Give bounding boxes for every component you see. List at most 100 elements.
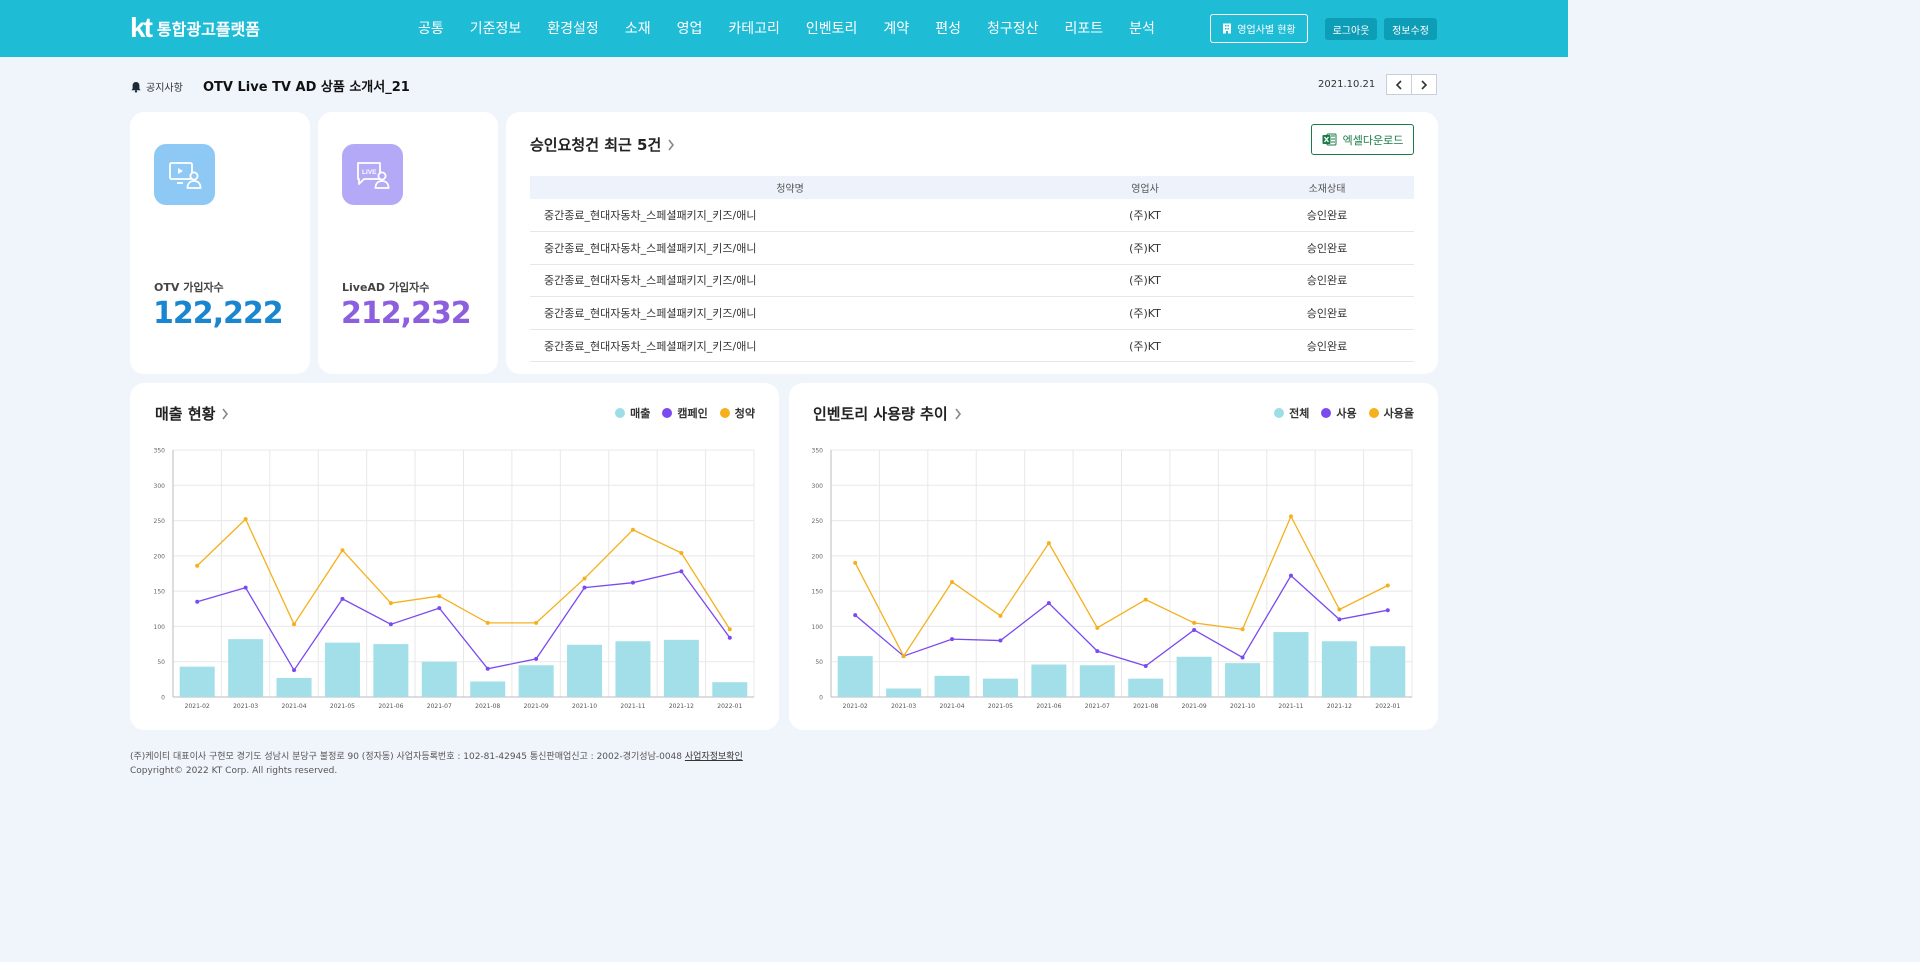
x-tick-label: 2021-12	[1327, 703, 1352, 710]
y-tick-label: 250	[154, 518, 166, 525]
data-point	[388, 601, 393, 606]
notice-label-text: 공지사항	[146, 83, 183, 94]
bar	[1370, 646, 1406, 697]
notice-date: 2021.10.21	[1318, 79, 1376, 90]
y-tick-label: 200	[154, 553, 166, 560]
inventory-chart: 0 50 100 150 200 250 300 350 2021-02 2021-03 2021-…	[812, 448, 1413, 710]
x-tick-label: 2021-02	[843, 703, 868, 710]
bar	[1273, 632, 1309, 697]
otv-subscribers-card: OTV 가입자수 122,222	[130, 112, 310, 374]
data-point	[901, 654, 906, 659]
tv-user-icon	[168, 161, 201, 189]
nav-item-category[interactable]: 카테고리	[728, 18, 780, 38]
data-point	[292, 668, 297, 673]
bar	[886, 688, 922, 697]
nav-item-analysis[interactable]: 분석	[1129, 18, 1155, 38]
branch-status-label: 영업사별 현황	[1237, 25, 1296, 36]
data-point	[1143, 663, 1148, 668]
agency-cell: (주)KT	[1050, 329, 1240, 363]
excel-download-button[interactable]: 엑셀다운로드	[1311, 124, 1414, 155]
status-cell: 승인완료	[1240, 296, 1414, 330]
logo[interactable]: kt 통합광고플랫폼	[130, 12, 260, 43]
kt-logo: kt	[130, 12, 153, 43]
branch-status-button[interactable]: 영업사별 현황	[1210, 14, 1308, 43]
chevron-right-icon	[668, 139, 675, 150]
x-tick-label: 2021-02	[185, 703, 210, 710]
x-tick-label: 2021-11	[620, 703, 645, 710]
y-tick-label: 350	[812, 448, 824, 455]
data-point	[998, 638, 1003, 643]
x-tick-label: 2021-05	[988, 703, 1013, 710]
nav-item-scheduling[interactable]: 편성	[935, 18, 961, 38]
column-header: 영업사	[1050, 176, 1240, 199]
copyright: Copyright© 2022 KT Corp. All rights rese…	[130, 766, 338, 776]
subscription-name-cell: 중간종료_현대자동차_스페셜패키지_키즈/애니	[530, 296, 1050, 330]
table-row[interactable]: 중간종료_현대자동차_스페셜패키지_키즈/애니 (주)KT 승인완료	[530, 199, 1414, 233]
nav-item-sales[interactable]: 영업	[677, 18, 703, 38]
nav-item-settings[interactable]: 환경설정	[547, 18, 599, 38]
nav-item-report[interactable]: 리포트	[1064, 18, 1103, 38]
data-point	[437, 606, 442, 611]
x-tick-label: 2021-04	[940, 703, 965, 710]
edit-info-button[interactable]: 정보수정	[1384, 18, 1437, 40]
table-row[interactable]: 중간종료_현대자동차_스페셜패키지_키즈/애니 (주)KT 승인완료	[530, 264, 1414, 298]
bar	[228, 639, 264, 697]
stat-icon-livead: LIVE	[342, 144, 403, 205]
data-point	[727, 635, 732, 640]
nav-item-master-data[interactable]: 기준정보	[470, 18, 522, 38]
data-point	[1337, 607, 1342, 612]
notice-bar: 공지사항 OTV Live TV AD 상품 소개서_21 2021.10.21	[130, 74, 1438, 98]
brand-name: 통합광고플랫폼	[156, 20, 260, 39]
bell-icon	[131, 81, 141, 93]
approval-section-title[interactable]: 승인요청건 최근 5건	[530, 134, 675, 155]
y-tick-label: 50	[815, 659, 823, 666]
table-row[interactable]: 중간종료_현대자동차_스페셜패키지_키즈/애니 (주)KT 승인완료	[530, 231, 1414, 265]
nav-item-material[interactable]: 소재	[625, 18, 651, 38]
notice-label: 공지사항	[130, 79, 183, 94]
bar	[1128, 678, 1164, 697]
bar	[712, 682, 748, 697]
x-tick-label: 2022-01	[717, 703, 742, 710]
data-point	[1240, 655, 1245, 660]
business-info-link[interactable]: 사업자정보확인	[685, 752, 743, 762]
notice-prev-button[interactable]	[1386, 74, 1412, 95]
data-point	[727, 627, 732, 632]
stat-label: LiveAD 가입자수	[342, 281, 430, 294]
table-row[interactable]: 중간종료_현대자동차_스페셜패키지_키즈/애니 (주)KT 승인완료	[530, 296, 1414, 330]
x-tick-label: 2021-08	[1133, 703, 1158, 710]
footer-line-1: (주)케이티 대표이사 구현모 경기도 성남시 분당구 불정로 90 (정자동)…	[130, 750, 743, 764]
bar	[518, 665, 554, 697]
table-row[interactable]: 중간종료_현대자동차_스페셜패키지_키즈/애니 (주)KT 승인완료	[530, 329, 1414, 363]
data-point	[1192, 627, 1197, 632]
x-tick-label: 2021-04	[282, 703, 307, 710]
y-tick-label: 50	[157, 659, 165, 666]
data-point	[1046, 601, 1051, 606]
bar	[567, 644, 603, 697]
stat-value: 212,232	[341, 296, 472, 331]
status-cell: 승인완료	[1240, 329, 1414, 363]
nav-item-inventory[interactable]: 인벤토리	[806, 18, 858, 38]
nav-item-contract[interactable]: 계약	[883, 18, 909, 38]
x-tick-label: 2021-06	[378, 703, 403, 710]
notice-next-button[interactable]	[1411, 74, 1437, 95]
data-point	[534, 620, 539, 625]
bar	[615, 641, 651, 697]
live-user-icon: LIVE	[356, 161, 389, 189]
logout-button[interactable]: 로그아웃	[1325, 18, 1377, 40]
approval-requests-card: 승인요청건 최근 5건 엑셀다운로드 청약명 영업사 소재상태 중간종료_현대자…	[506, 112, 1438, 374]
data-point	[243, 585, 248, 590]
status-cell: 승인완료	[1240, 231, 1414, 265]
nav-item-common[interactable]: 공통	[418, 18, 444, 38]
data-point	[485, 666, 490, 671]
notice-title[interactable]: OTV Live TV AD 상품 소개서_21	[203, 76, 410, 95]
data-point	[679, 569, 684, 574]
y-tick-label: 0	[819, 695, 823, 702]
data-point	[950, 637, 955, 642]
nav-item-billing[interactable]: 청구정산	[987, 18, 1039, 38]
y-tick-label: 100	[812, 624, 824, 631]
subscription-name-cell: 중간종료_현대자동차_스페셜패키지_키즈/애니	[530, 329, 1050, 363]
data-point	[1095, 649, 1100, 654]
data-point	[582, 585, 587, 590]
data-point	[1288, 514, 1293, 519]
data-point	[534, 656, 539, 661]
